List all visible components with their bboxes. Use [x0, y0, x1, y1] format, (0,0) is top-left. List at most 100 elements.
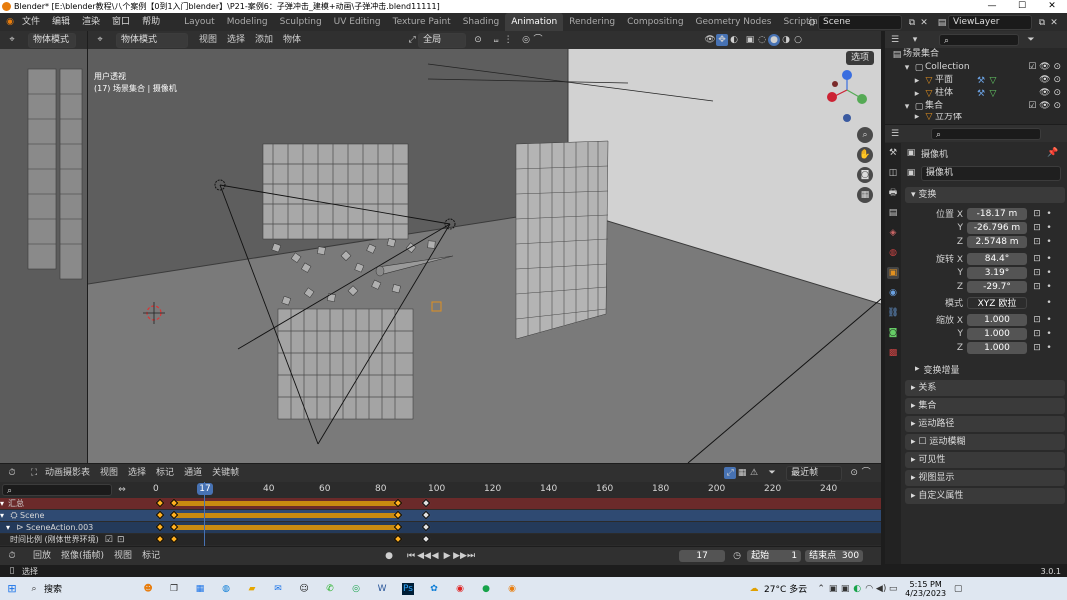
tab-uv-editing[interactable]: UV Editing	[328, 13, 387, 31]
search-icon[interactable]: ⌕	[28, 583, 40, 595]
word-icon[interactable]: W	[376, 583, 388, 595]
keyframe[interactable]	[393, 534, 402, 544]
location-z-field[interactable]: 2.5748 m	[967, 235, 1027, 248]
pin-icon[interactable]: 📌	[1047, 147, 1059, 159]
outliner-search-input[interactable]: ⌕	[939, 33, 1019, 46]
menu-add[interactable]: 添加	[250, 31, 278, 49]
custom-properties-panel-header[interactable]: ▸ 自定义属性	[905, 488, 1065, 504]
view-layer-selector[interactable]: ViewLayer	[948, 15, 1032, 30]
outliner-row-cube[interactable]: ▸ ▽ 立方体	[885, 113, 1067, 121]
tray-icon[interactable]: ◐	[851, 583, 863, 595]
viewport-display-panel-header[interactable]: ▸ 视图显示	[905, 470, 1065, 486]
lock-icon[interactable]: ⊡	[1031, 208, 1043, 220]
wechat-icon[interactable]: ✆	[324, 583, 336, 595]
play-icon[interactable]: ▶	[441, 550, 453, 562]
left-viewport[interactable]	[0, 49, 87, 463]
keyframe[interactable]	[421, 498, 430, 508]
location-x-field[interactable]: -18.17 m	[967, 207, 1027, 220]
battery-icon[interactable]: ▭	[887, 583, 899, 595]
output-tab-icon[interactable]: 🖶	[887, 187, 899, 199]
keyframe-area[interactable]	[132, 498, 881, 546]
relations-panel-header[interactable]: ▸ 关系	[905, 380, 1065, 396]
prev-keyframe-icon[interactable]: ◀◀	[417, 550, 431, 562]
lock-icon[interactable]: ⊡	[1031, 236, 1043, 248]
keyframe-dot-icon[interactable]: •	[1043, 222, 1055, 234]
close-button[interactable]: ✕	[1037, 0, 1067, 13]
constraints-tab-icon[interactable]: ⛓	[887, 307, 899, 319]
wireframe-shading-icon[interactable]: ◌	[756, 34, 768, 46]
lock-icon[interactable]: ⊡	[115, 534, 127, 546]
set-visibility-icons[interactable]: ☑ 👁 ⊙	[1028, 100, 1061, 113]
playback-menu[interactable]: 回放	[28, 547, 56, 565]
photoshop-icon[interactable]: Ps	[402, 582, 415, 595]
plane-visibility-icons[interactable]: 👁 ⊙	[1039, 74, 1061, 87]
filter-icon[interactable]: ⏷	[1025, 34, 1037, 46]
minimize-button[interactable]: —	[977, 0, 1007, 13]
keyframe[interactable]	[421, 510, 430, 520]
widgets-icon[interactable]: ▦	[194, 583, 206, 595]
material-shading-icon[interactable]: ◑	[780, 34, 792, 46]
keyframe-dot-icon[interactable]: •	[1043, 297, 1055, 309]
only-selected-icon[interactable]: ⤢	[724, 467, 737, 479]
show-hidden-icon[interactable]: ▦	[736, 467, 748, 479]
options-button[interactable]: 选项	[846, 51, 875, 65]
left-mode-selector[interactable]: 物体模式	[28, 32, 76, 48]
proportional-edit-icon[interactable]: ⊙	[848, 467, 860, 479]
xray-icon[interactable]: ▣	[744, 34, 756, 46]
solid-shading-icon[interactable]: ●	[768, 34, 781, 46]
menu-help[interactable]: 帮助	[136, 13, 166, 31]
filter-icon[interactable]: ⏷	[766, 467, 778, 479]
tab-sculpting[interactable]: Sculpting	[274, 13, 328, 31]
record-icon[interactable]: ●	[383, 550, 395, 562]
menu-marker[interactable]: 标记	[151, 464, 179, 482]
menu-edit[interactable]: 编辑	[46, 13, 76, 31]
next-keyframe-icon[interactable]: ▶▶	[453, 550, 467, 562]
menu-view[interactable]: 视图	[95, 464, 123, 482]
tray-icon[interactable]: ▣	[839, 583, 851, 595]
rendered-shading-icon[interactable]: ○	[792, 34, 804, 46]
scene-tab-icon[interactable]: ◈	[887, 227, 899, 239]
file-explorer-icon[interactable]: ▰	[246, 583, 258, 595]
collection-visibility-icons[interactable]: ☑ 👁 ⊙	[1028, 61, 1061, 74]
jump-start-icon[interactable]: ⏮	[405, 550, 417, 562]
editor-type-icon[interactable]: ⌖	[94, 34, 106, 46]
tab-shading[interactable]: Shading	[457, 13, 506, 31]
keyframe-dot-icon[interactable]: •	[1043, 267, 1055, 279]
delete-view-layer-icon[interactable]: ✕	[1048, 17, 1060, 29]
keyframe-dot-icon[interactable]: •	[1043, 253, 1055, 265]
editor-type-icon[interactable]: ⏱	[6, 467, 18, 479]
end-frame-field[interactable]: 结束点 300	[805, 550, 864, 562]
falloff-icon[interactable]: ⌒	[532, 34, 544, 46]
data-tab-icon[interactable]: ◙	[887, 327, 899, 339]
menu-select[interactable]: 选择	[222, 31, 250, 49]
clock[interactable]: 5:15 PM 4/23/2023	[905, 580, 946, 598]
keying-menu[interactable]: 抠像(插帧)	[56, 547, 109, 565]
taskbar-search-label[interactable]: 搜索	[44, 582, 62, 595]
motion-paths-panel-header[interactable]: ▸ 运动路径	[905, 416, 1065, 432]
location-y-field[interactable]: -26.796 m	[967, 221, 1027, 234]
weather-label[interactable]: 27°C 多云	[764, 582, 807, 595]
lock-icon[interactable]: ⊡	[1031, 253, 1043, 265]
rotation-mode-selector[interactable]: XYZ 欧拉	[967, 296, 1027, 309]
tab-animation[interactable]: Animation	[505, 13, 564, 31]
collections-panel-header[interactable]: ▸ 集合	[905, 398, 1065, 414]
app-icon[interactable]: ◎	[350, 583, 362, 595]
keyframe[interactable]	[155, 522, 164, 532]
object-tab-icon[interactable]: ▣	[887, 267, 899, 279]
preview-range-icon[interactable]: ◷	[731, 550, 743, 562]
keyframe[interactable]	[169, 534, 178, 544]
falloff-icon[interactable]: ⌒	[860, 467, 872, 479]
interpolation-selector[interactable]: 最近帧	[786, 465, 843, 481]
gizmo-toggle-icon[interactable]: ✥	[716, 34, 729, 46]
netease-music-icon[interactable]: ◉	[454, 583, 466, 595]
keyframe[interactable]	[155, 498, 164, 508]
editor-type-icon[interactable]: ☰	[889, 128, 901, 140]
task-view-icon[interactable]: ❐	[168, 583, 180, 595]
maximize-button[interactable]: ☐	[1007, 0, 1037, 13]
outliner-row-set[interactable]: ▾ ▢ 集合 ☑ 👁 ⊙	[885, 100, 1067, 113]
tab-compositing[interactable]: Compositing	[621, 13, 689, 31]
tab-modeling[interactable]: Modeling	[221, 13, 274, 31]
keyframe[interactable]	[155, 534, 164, 544]
menu-view[interactable]: 视图	[109, 547, 137, 565]
volume-icon[interactable]: ◀)	[875, 583, 887, 595]
